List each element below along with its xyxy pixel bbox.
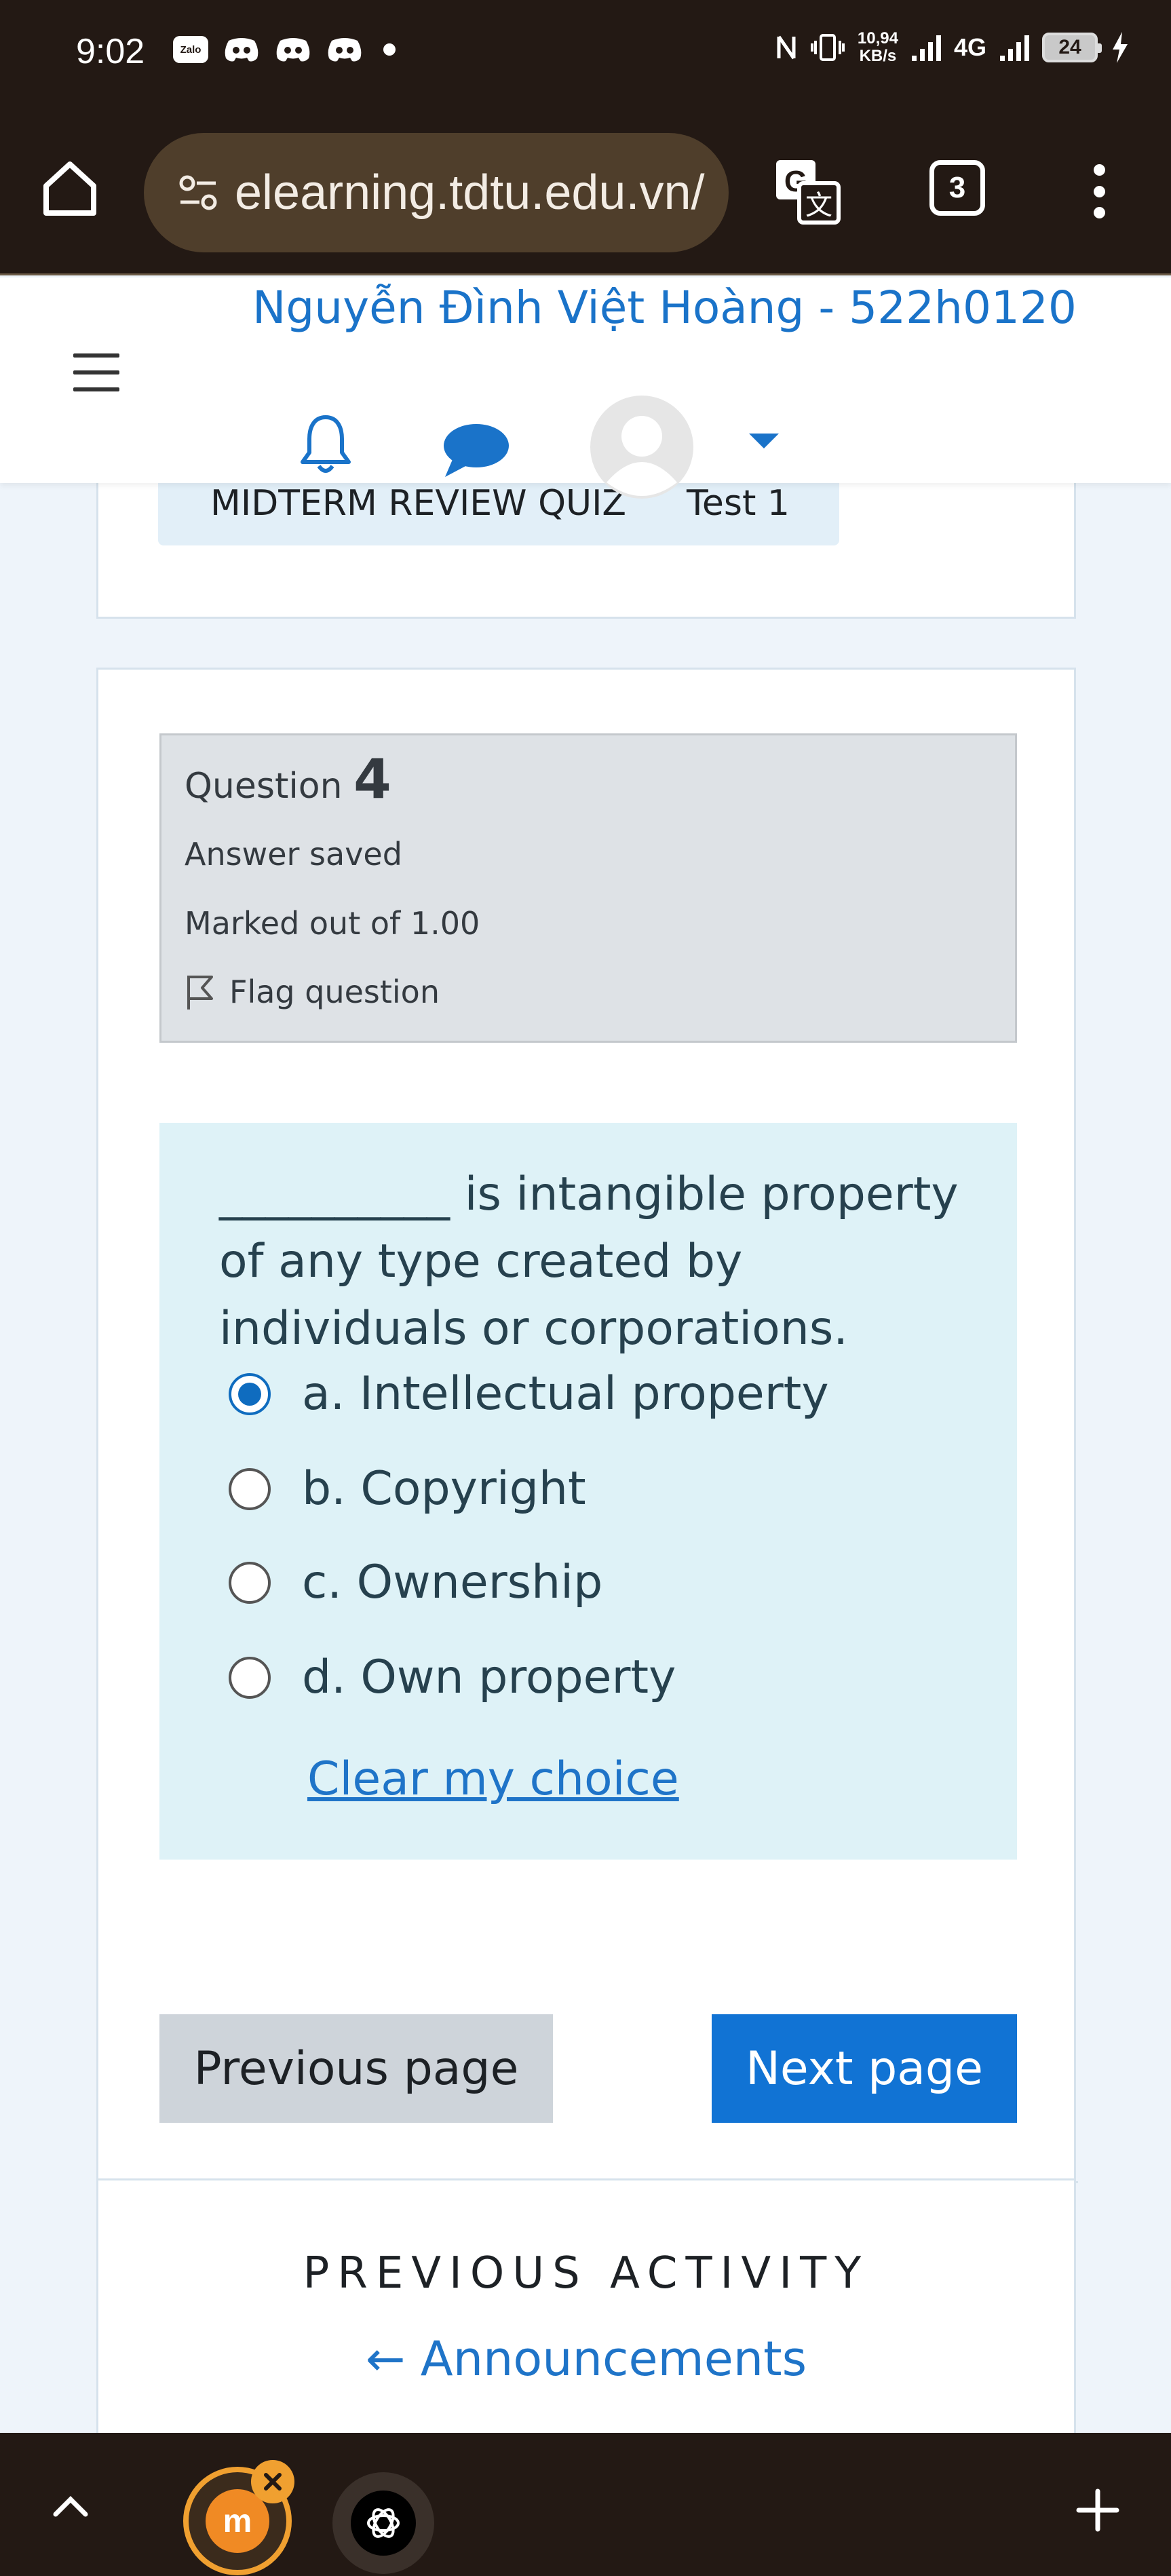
notification-icons: Zalo <box>173 35 396 64</box>
question-card: Question 4 Answer saved Marked out of 1.… <box>96 668 1078 2183</box>
question-state: Answer saved <box>185 836 402 872</box>
url-text[interactable]: elearning.tdtu.edu.vn/ <box>235 165 705 220</box>
breadcrumb-quiz[interactable]: MIDTERM REVIEW QUIZ <box>210 483 626 524</box>
chat-icon[interactable] <box>440 420 510 481</box>
translate-icon[interactable]: G文 <box>772 156 843 227</box>
flag-icon[interactable] <box>185 973 214 1011</box>
radio-button[interactable] <box>229 1372 271 1415</box>
previous-activity-link[interactable]: ← Announcements <box>98 2331 1074 2387</box>
signal-icon <box>911 35 941 61</box>
question-content: __________ is intangible property of any… <box>159 1123 1017 1860</box>
signal-icon <box>1000 35 1029 61</box>
chevron-up-icon[interactable] <box>52 2494 90 2518</box>
system-icons: 10,94 KB/s 4G 24 <box>775 30 1130 65</box>
flag-question-button[interactable]: Flag question <box>185 973 440 1011</box>
discord-icon <box>276 38 310 62</box>
question-number: 4 <box>353 748 391 811</box>
breadcrumb-test[interactable]: Test 1 <box>687 483 790 524</box>
question-title: Question 4 <box>185 748 391 811</box>
clear-choice-link[interactable]: Clear my choice <box>307 1752 679 1806</box>
tab-strip: m <box>0 2433 1171 2576</box>
discord-icon <box>225 38 258 62</box>
question-grade: Marked out of 1.00 <box>185 905 480 942</box>
notification-dot-icon <box>383 43 396 56</box>
close-tab-icon[interactable] <box>251 2460 294 2503</box>
svg-text:文: 文 <box>805 190 832 221</box>
network-type: 4G <box>953 33 986 61</box>
discord-icon <box>328 38 362 62</box>
zalo-icon: Zalo <box>173 36 208 63</box>
new-tab-icon[interactable] <box>1076 2488 1119 2532</box>
site-settings-icon[interactable] <box>178 174 218 212</box>
hamburger-menu-icon[interactable] <box>73 353 119 391</box>
answer-option-c[interactable]: c. Ownership <box>219 1556 602 1609</box>
tab-chatgpt[interactable] <box>332 2472 434 2574</box>
avatar[interactable] <box>589 394 695 500</box>
answer-option-b[interactable]: b. Copyright <box>219 1462 586 1516</box>
question-info: Question 4 Answer saved Marked out of 1.… <box>159 733 1017 1043</box>
charging-icon <box>1113 32 1128 63</box>
network-speed: 10,94 KB/s <box>857 29 898 65</box>
user-name[interactable]: Nguyễn Đình Việt Hoàng - 522h0120 <box>252 282 1077 334</box>
previous-page-button[interactable]: Previous page <box>159 2014 553 2123</box>
previous-activity-title: PREVIOUS ACTIVITY <box>303 2248 870 2299</box>
user-menu-caret-icon[interactable] <box>749 434 779 448</box>
question-text: __________ is intangible property of any… <box>219 1168 959 1356</box>
site-header: Nguyễn Đình Việt Hoàng - 522h0120 <box>0 277 1171 499</box>
radio-button[interactable] <box>229 1656 271 1699</box>
more-menu-icon[interactable] <box>1086 164 1113 218</box>
address-bar[interactable]: elearning.tdtu.edu.vn/ <box>144 133 729 252</box>
bell-icon[interactable] <box>299 412 353 477</box>
home-icon[interactable] <box>39 157 100 218</box>
previous-activity-section: PREVIOUS ACTIVITY ← Announcements <box>96 2180 1076 2452</box>
radio-button[interactable] <box>229 1561 271 1604</box>
radio-button[interactable] <box>229 1467 271 1510</box>
chatgpt-icon <box>351 2491 416 2556</box>
vibrate-icon <box>810 34 845 61</box>
nfc-icon <box>777 35 796 60</box>
battery-icon: 24 <box>1042 33 1102 62</box>
status-time: 9:02 <box>76 32 145 71</box>
status-bar: 9:02 Zalo 10,94 KB/s 4G 24 <box>0 0 1171 109</box>
browser-toolbar: elearning.tdtu.edu.vn/ G文 3 <box>0 109 1171 275</box>
next-page-button[interactable]: Next page <box>712 2014 1017 2123</box>
answer-option-a[interactable]: a. Intellectual property <box>219 1367 829 1421</box>
answer-option-d[interactable]: d. Own property <box>219 1651 676 1704</box>
tab-switcher-button[interactable]: 3 <box>929 160 985 216</box>
